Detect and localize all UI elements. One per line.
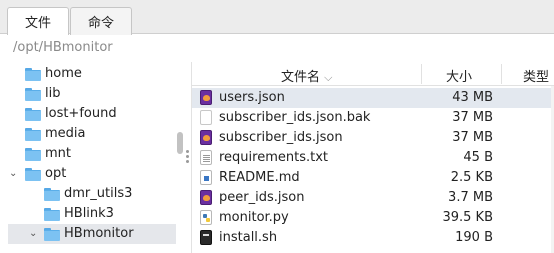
column-name-label: 文件名 (281, 70, 321, 85)
file-row-users-json[interactable]: users.json 43 MB (192, 88, 554, 108)
file-row-monitor-py[interactable]: monitor.py 39.5 KB (192, 208, 554, 228)
tab-bar: 文件 命令 (0, 0, 554, 35)
tab-commands[interactable]: 命令 (70, 7, 132, 35)
file-row-subscriber-ids-json[interactable]: subscriber_ids.json 37 MB (192, 128, 554, 148)
folder-icon (25, 168, 41, 181)
json-file-icon (200, 90, 212, 105)
current-path[interactable]: /opt/HBmonitor (13, 40, 113, 55)
folder-icon (25, 88, 41, 101)
tree-item-lib[interactable]: lib (0, 84, 176, 104)
tree-item-label: lost+found (45, 106, 117, 121)
file-size: 43 MB (452, 90, 493, 105)
panel-splitter[interactable] (186, 150, 190, 164)
path-bar[interactable]: /opt/HBmonitor (0, 35, 554, 61)
column-header-name[interactable]: 文件名 ⌵ (281, 66, 333, 85)
tree-item-label: media (45, 126, 86, 141)
file-row-peer-ids-json[interactable]: peer_ids.json 3.7 MB (192, 188, 554, 208)
tab-files[interactable]: 文件 (7, 7, 69, 35)
file-row-subscriber-ids-json-bak[interactable]: subscriber_ids.json.bak 37 MB (192, 108, 554, 128)
file-size: 45 B (463, 150, 493, 165)
file-list: 文件名 ⌵ 大小 类型 users.json 43 MB subscriber_… (191, 62, 554, 253)
file-size: 190 B (455, 230, 493, 245)
text-file-icon (200, 150, 212, 165)
chevron-down-icon[interactable]: ⌄ (29, 229, 39, 239)
folder-icon (25, 68, 41, 81)
tree-item-label: HBlink3 (64, 206, 114, 221)
tree-item-home[interactable]: home (0, 64, 176, 84)
bak-file-icon (200, 110, 212, 125)
file-name: subscriber_ids.json.bak (219, 110, 371, 125)
tree-scrollbar[interactable] (177, 132, 183, 154)
folder-icon (44, 228, 60, 241)
folder-icon (25, 128, 41, 141)
folder-icon (25, 148, 41, 161)
column-divider[interactable] (421, 64, 422, 84)
file-name: users.json (219, 90, 285, 105)
sort-chevron-icon[interactable]: ⌵ (324, 71, 332, 84)
tree-item-label: dmr_utils3 (64, 186, 133, 201)
tree-item-opt[interactable]: ⌄ opt (0, 164, 176, 184)
file-size: 37 MB (452, 130, 493, 145)
json-file-icon (200, 190, 212, 205)
tree-item-media[interactable]: media (0, 124, 176, 144)
tree-item-label: opt (45, 166, 67, 181)
file-size: 39.5 KB (442, 210, 493, 225)
tree-item-hbmonitor[interactable]: ⌄ HBmonitor (8, 224, 176, 244)
markdown-file-icon (200, 170, 212, 185)
file-size: 37 MB (452, 110, 493, 125)
file-name: peer_ids.json (219, 190, 305, 205)
python-file-icon (200, 210, 212, 225)
file-row-requirements-txt[interactable]: requirements.txt 45 B (192, 148, 554, 168)
tree-item-label: mnt (45, 146, 71, 161)
column-header-size[interactable]: 大小 (446, 66, 472, 85)
tree-item-lost-found[interactable]: lost+found (0, 104, 176, 124)
shell-file-icon (200, 230, 212, 245)
tree-item-label: home (45, 66, 82, 81)
tree-item-mnt[interactable]: mnt (0, 144, 176, 164)
json-file-icon (200, 130, 212, 145)
folder-icon (25, 108, 41, 121)
file-name: install.sh (219, 230, 278, 245)
file-name: monitor.py (219, 210, 289, 225)
file-name: README.md (219, 170, 300, 185)
column-divider[interactable] (501, 64, 502, 84)
file-row-install-sh[interactable]: install.sh 190 B (192, 228, 554, 248)
chevron-down-icon[interactable]: ⌄ (9, 169, 19, 179)
file-name: requirements.txt (219, 150, 329, 165)
file-list-header: 文件名 ⌵ 大小 类型 (192, 62, 554, 86)
tree-item-hblink3[interactable]: HBlink3 (0, 204, 176, 224)
tree-item-label: HBmonitor (64, 226, 134, 241)
folder-icon (44, 188, 60, 201)
file-size: 3.7 MB (448, 190, 493, 205)
folder-tree: home lib lost+found media mnt ⌄ opt dmr_… (0, 62, 188, 253)
folder-icon (44, 208, 60, 221)
tree-item-label: lib (45, 86, 61, 101)
file-name: subscriber_ids.json (219, 130, 343, 145)
column-header-type[interactable]: 类型 (523, 66, 549, 85)
file-row-readme-md[interactable]: README.md 2.5 KB (192, 168, 554, 188)
file-size: 2.5 KB (450, 170, 493, 185)
tree-item-dmr-utils3[interactable]: dmr_utils3 (0, 184, 176, 204)
